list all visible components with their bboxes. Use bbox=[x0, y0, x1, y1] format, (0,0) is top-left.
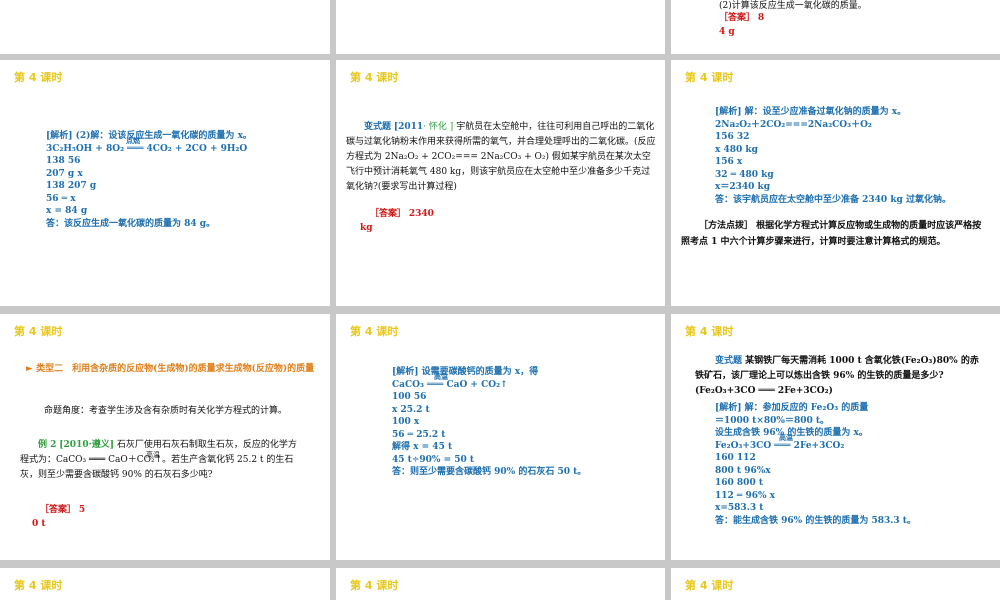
solution-line: ＝1000 t×80%＝800 t。 bbox=[715, 415, 830, 426]
method-tag: ［方法点拨］ bbox=[699, 221, 754, 231]
solution-line: [解析] 设需要碳酸钙的质量为 x，得 bbox=[392, 367, 539, 377]
answer-tag: ［答案］ bbox=[370, 209, 407, 219]
solution-line: 56 ═ x bbox=[46, 193, 76, 204]
solution-line: x 480 kg bbox=[715, 144, 758, 155]
equation-text: 3C₂H₅OH + 8O₂ ═══ 4CO₂ + 2CO + 9H₂O bbox=[46, 143, 248, 154]
slide-top-left bbox=[0, 0, 330, 54]
answer-block: ［答案］ 5 bbox=[40, 504, 85, 517]
slide-4: 第 4 课时 ► 类型二 利用含杂质的反应物(生成物)的质量求生成物(反应物)的… bbox=[0, 314, 330, 560]
equation-text: CaCO₃ ═══ CaO + CO₂↑ bbox=[392, 379, 508, 390]
slide-top-middle bbox=[336, 0, 665, 54]
solution-line: 答：能生成含铁 96% 的生铁的质量为 583.3 t。 bbox=[715, 515, 916, 526]
reaction-condition: 高温 bbox=[779, 432, 793, 442]
solution-line: 138 207 g bbox=[46, 181, 97, 191]
solution-line: 160 112 bbox=[715, 453, 756, 463]
slide-6: 第 4 课时 变式题 某钢铁厂每天需消耗 1000 t 含氧化铁(Fe₂O₃)8… bbox=[671, 314, 1000, 560]
solution-line: 156 32 bbox=[715, 132, 750, 142]
variant-label: 变式题 bbox=[715, 356, 743, 366]
problem-source: [2011 bbox=[393, 122, 424, 132]
top-right-answer: ［答案］ 8 bbox=[719, 12, 764, 25]
solution-line: 156 x bbox=[715, 157, 743, 167]
solution-line: 答：该反应生成一氧化碳的质量为 84 g。 bbox=[46, 218, 216, 229]
solution-line: 2Na₂O₂＋2CO₂===2Na₂CO₃＋O₂ bbox=[715, 119, 872, 130]
intro-text: 命题角度：考查学生涉及含有杂质时有关化学方程式的计算。 bbox=[24, 404, 319, 419]
type-title-text: 类型二 利用含杂质的反应物(生成物)的质量求生成物(反应物)的质量 bbox=[36, 364, 315, 374]
problem-block: 变式题 某钢铁厂每天需消耗 1000 t 含氧化铁(Fe₂O₃)80% 的赤铁矿… bbox=[695, 354, 987, 399]
solution-line: x = 84 g bbox=[46, 206, 88, 216]
problem-text: 宇航员在太空舱中，往往可利用自己呼出的二氧化碳与过氧化钠粉末作用来获得所需的氧气… bbox=[346, 122, 656, 192]
solution-line: [解析] 解：参加反应的 Fe₂O₃ 的质量 bbox=[715, 403, 869, 413]
solution-block: [解析] 设需要碳酸钙的质量为 x，得 CaCO₃ ═══ CaO + CO₂↑… bbox=[392, 366, 586, 479]
solution-line: x 25.2 t bbox=[392, 404, 430, 415]
slide-header: 第 4 课时 bbox=[350, 579, 399, 592]
slide-3: 第 4 课时 [解析] 解：设至少应准备过氧化钠的质量为 x。 2Na₂O₂＋2… bbox=[671, 60, 1000, 306]
variant-label: 变式题 bbox=[364, 122, 392, 132]
slide-header: 第 4 课时 bbox=[685, 71, 734, 84]
solution-line: 112 ═ 96% x bbox=[715, 490, 776, 501]
answer-value-a: 5 bbox=[78, 505, 86, 515]
slide-header: 第 4 课时 bbox=[685, 579, 734, 592]
problem-block: 变式题 [2011· 怀化 ] 宇航员在太空舱中，往往可利用自己呼出的二氧化碳与… bbox=[346, 120, 656, 195]
answer-value-b: kg bbox=[360, 223, 373, 233]
solution-line: 56 ═ 25.2 t bbox=[392, 429, 446, 440]
equation-line: CaCO₃ ═══ CaO + CO₂↑ 高温 bbox=[392, 372, 586, 392]
slide-header: 第 4 课时 bbox=[14, 325, 63, 338]
answer-value-b: 0 t bbox=[32, 519, 46, 529]
method-tip: ［方法点拨］ 根据化学方程式计算反应物或生成物的质量时应该严格按照考点 1 中六… bbox=[681, 218, 986, 250]
reaction-condition: 点燃 bbox=[126, 135, 140, 145]
slide-header: 第 4 课时 bbox=[350, 71, 399, 84]
reaction-condition: 高温 bbox=[434, 371, 448, 381]
answer-value-a: 2340 bbox=[408, 209, 434, 219]
intro-text-content: 命题角度：考查学生涉及含有杂质时有关化学方程式的计算。 bbox=[44, 406, 288, 416]
solution-line: 207 g x bbox=[46, 168, 83, 179]
slide-header: 第 4 课时 bbox=[14, 579, 63, 592]
type-title: ► 类型二 利用含杂质的反应物(生成物)的质量求生成物(反应物)的质量 bbox=[8, 362, 323, 377]
example-source: [2010·遵义] bbox=[59, 440, 114, 450]
reaction-condition: 高温 bbox=[146, 451, 160, 459]
solution-line: [解析] (2)解：设该反应生成一氧化碳的质量为 x。 bbox=[46, 131, 252, 141]
example-block: 例 2 [2010·遵义] 石灰厂使用石灰石制取生石灰，反应的化学方程式为：Ca… bbox=[20, 438, 305, 483]
answer-tag: ［答案］ bbox=[719, 13, 756, 23]
solution-block: [解析] 解：参加反应的 Fe₂O₃ 的质量 ＝1000 t×80%＝800 t… bbox=[715, 402, 916, 527]
bullet-icon: ► bbox=[26, 364, 33, 374]
solution-line: [解析] 解：设至少应准备过氧化钠的质量为 x。 bbox=[715, 107, 907, 117]
solution-line: 45 t÷90% = 50 t bbox=[392, 454, 475, 465]
slide-bottom-left: 第 4 课时 bbox=[0, 568, 330, 600]
slide-1: 第 4 课时 [解析] (2)解：设该反应生成一氧化碳的质量为 x。 3C₂H₅… bbox=[0, 60, 330, 306]
solution-line: 答：则至少需要含碳酸钙 90% 的石灰石 50 t。 bbox=[392, 467, 587, 477]
answer-value-b: 4 g bbox=[719, 27, 735, 37]
solution-line: 138 56 bbox=[46, 156, 81, 166]
solution-line: 答：该宇航员应在太空舱中至少准备 2340 kg 过氧化钠。 bbox=[715, 194, 951, 205]
slide-5: 第 4 课时 [解析] 设需要碳酸钙的质量为 x，得 CaCO₃ ═══ CaO… bbox=[336, 314, 665, 560]
equation-line: Fe₂O₃+3CO ═══ 2Fe+3CO₂ 高温 bbox=[715, 433, 916, 453]
answer-tag: ［答案］ bbox=[40, 505, 77, 515]
solution-line: 160 800 t bbox=[715, 478, 763, 488]
solution-line: 解得 x = 45 t bbox=[392, 442, 453, 452]
answer-block: ［答案］ 2340 bbox=[370, 208, 434, 221]
answer-value-a: 8 bbox=[757, 13, 765, 23]
solution-line: 32 ═ 480 kg bbox=[715, 169, 774, 180]
slide-header: 第 4 课时 bbox=[14, 71, 63, 84]
equation-line: 3C₂H₅OH + 8O₂ ═══ 4CO₂ + 2CO + 9H₂O 点燃 bbox=[46, 136, 252, 156]
solution-line: 100 x bbox=[392, 417, 420, 427]
solution-block: [解析] 解：设至少应准备过氧化钠的质量为 x。 2Na₂O₂＋2CO₂===2… bbox=[715, 106, 951, 206]
slide-bottom-right: 第 4 课时 bbox=[671, 568, 1000, 600]
solution-block: [解析] (2)解：设该反应生成一氧化碳的质量为 x。 3C₂H₅OH + 8O… bbox=[46, 130, 252, 230]
slide-header: 第 4 课时 bbox=[350, 325, 399, 338]
top-right-line1: (2)计算该反应生成一氧化碳的质量。 bbox=[719, 1, 867, 11]
slide-header: 第 4 课时 bbox=[685, 325, 734, 338]
solution-line: 设生成含铁 96% 的生铁的质量为 x。 bbox=[715, 428, 868, 438]
solution-line: x＝2340 kg bbox=[715, 182, 771, 192]
problem-source-city: · 怀化 ] bbox=[423, 122, 454, 132]
solution-line: 800 t 96%x bbox=[715, 465, 771, 476]
solution-line: x=583.3 t bbox=[715, 503, 764, 513]
slide-2: 第 4 课时 变式题 [2011· 怀化 ] 宇航员在太空舱中，往往可利用自己呼… bbox=[336, 60, 665, 306]
example-label: 例 2 bbox=[38, 440, 57, 450]
slide-bottom-middle: 第 4 课时 bbox=[336, 568, 665, 600]
slide-top-right: (2)计算该反应生成一氧化碳的质量。 ［答案］ 8 4 g bbox=[671, 0, 1000, 54]
solution-line: 100 56 bbox=[392, 392, 427, 402]
